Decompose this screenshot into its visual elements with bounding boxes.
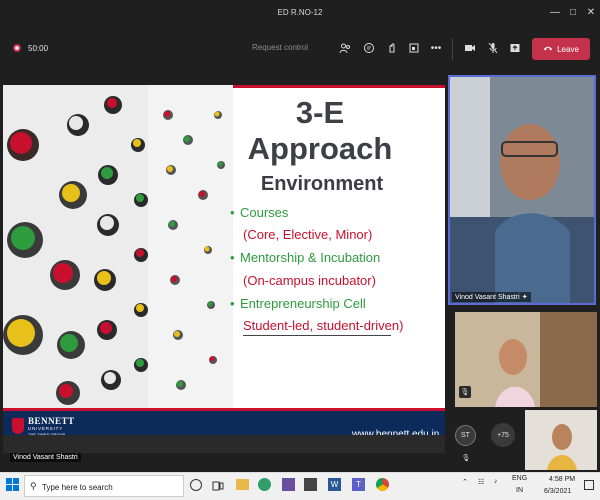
recording-icon [13, 44, 21, 52]
participant-video-tile[interactable] [525, 410, 597, 470]
teams-icon[interactable]: T [352, 478, 365, 491]
detail-underline [243, 335, 391, 336]
more-participants-button[interactable]: +75 [491, 423, 515, 447]
speaker-video [450, 77, 594, 303]
shield-icon [12, 418, 24, 434]
presenter-name: Vinod Vasant Shastri [10, 453, 81, 462]
bullet-label: Courses [240, 205, 289, 220]
bullet-item: • Courses [230, 205, 289, 220]
slide-title: 3-E Approach [247, 95, 393, 166]
close-icon[interactable]: ✕ [584, 6, 598, 20]
participant-video [525, 410, 597, 470]
chat-icon[interactable] [361, 40, 377, 56]
main-video-name: Vinod Vasant Shastri ✦ [452, 292, 531, 302]
notifications-icon[interactable] [584, 480, 594, 490]
clock-time[interactable]: 4:58 PM [549, 476, 575, 483]
mic-off-icon[interactable] [485, 40, 501, 56]
slide-decoration [3, 85, 233, 408]
language-top[interactable]: ENG [512, 475, 527, 482]
edge-icon[interactable] [258, 478, 271, 491]
leave-button[interactable]: Leave [532, 38, 590, 60]
language-bottom[interactable]: IN [516, 487, 523, 494]
camera-icon[interactable] [462, 40, 478, 56]
participant-video [455, 312, 597, 407]
cortana-icon[interactable] [190, 479, 202, 491]
search-placeholder: Type here to search [42, 483, 113, 492]
presenter-bar [3, 435, 445, 453]
bullet-detail: (Core, Elective, Minor) [243, 227, 373, 242]
teams-meeting-window: ED R.NO-12 — □ ✕ 50:00 Request control •… [0, 0, 600, 500]
breakout-icon[interactable] [406, 40, 422, 56]
request-control-button[interactable]: Request control [252, 43, 308, 52]
reactions-icon[interactable] [384, 40, 400, 56]
tray-icons[interactable]: ⌃ [462, 478, 468, 486]
avatar[interactable]: ST [455, 425, 476, 446]
chrome-icon[interactable] [376, 478, 389, 491]
windows-start-icon[interactable] [6, 478, 20, 492]
bullet-detail: Student-led, student-driven) [243, 318, 404, 333]
phone-icon [543, 44, 553, 54]
meeting-timer: 50:00 [28, 44, 49, 53]
participants-icon[interactable] [337, 40, 353, 56]
toolbar-divider [452, 38, 453, 60]
share-icon[interactable] [507, 40, 523, 56]
search-icon: ⚲ [30, 481, 37, 491]
task-view-icon[interactable] [212, 479, 224, 491]
slide-heading: Environment [260, 173, 384, 195]
minimize-icon[interactable]: — [548, 6, 562, 20]
participant-video-tile[interactable] [455, 312, 597, 407]
network-icon[interactable]: ☷ [478, 478, 484, 486]
word-icon[interactable]: W [328, 478, 341, 491]
folder-icon[interactable] [236, 479, 249, 490]
bullet-label: Entrepreneurship Cell [240, 296, 366, 311]
bullet-item: • Entrepreneurship Cell [230, 296, 366, 311]
bullet-label: Mentorship & Incubation [240, 250, 381, 265]
leave-label: Leave [557, 44, 579, 54]
clock-date[interactable]: 6/3/2021 [544, 488, 571, 495]
maximize-icon[interactable]: □ [566, 6, 580, 20]
mic-off-icon: 🎙 [459, 386, 471, 398]
bullet-item: • Mentorship & Incubation [230, 250, 381, 265]
main-video-tile[interactable] [448, 75, 596, 305]
window-title: ED R.NO-12 [277, 8, 323, 17]
files-icon[interactable] [282, 478, 295, 491]
participant-name: Vinod Vasant Shastri [455, 294, 520, 301]
bullet-detail: (On-campus incubator) [243, 273, 376, 288]
mic-off-icon: 🎙 [461, 455, 471, 462]
title-bar: ED R.NO-12 — □ ✕ [0, 0, 600, 28]
store-icon[interactable] [304, 478, 317, 491]
pin-icon: ✦ [521, 294, 528, 301]
logo-name: BENNETT [28, 416, 75, 426]
logo-subtitle: UNIVERSITY [28, 426, 64, 431]
more-icon[interactable]: ••• [428, 40, 444, 56]
volume-icon[interactable]: ♪ [494, 478, 498, 485]
